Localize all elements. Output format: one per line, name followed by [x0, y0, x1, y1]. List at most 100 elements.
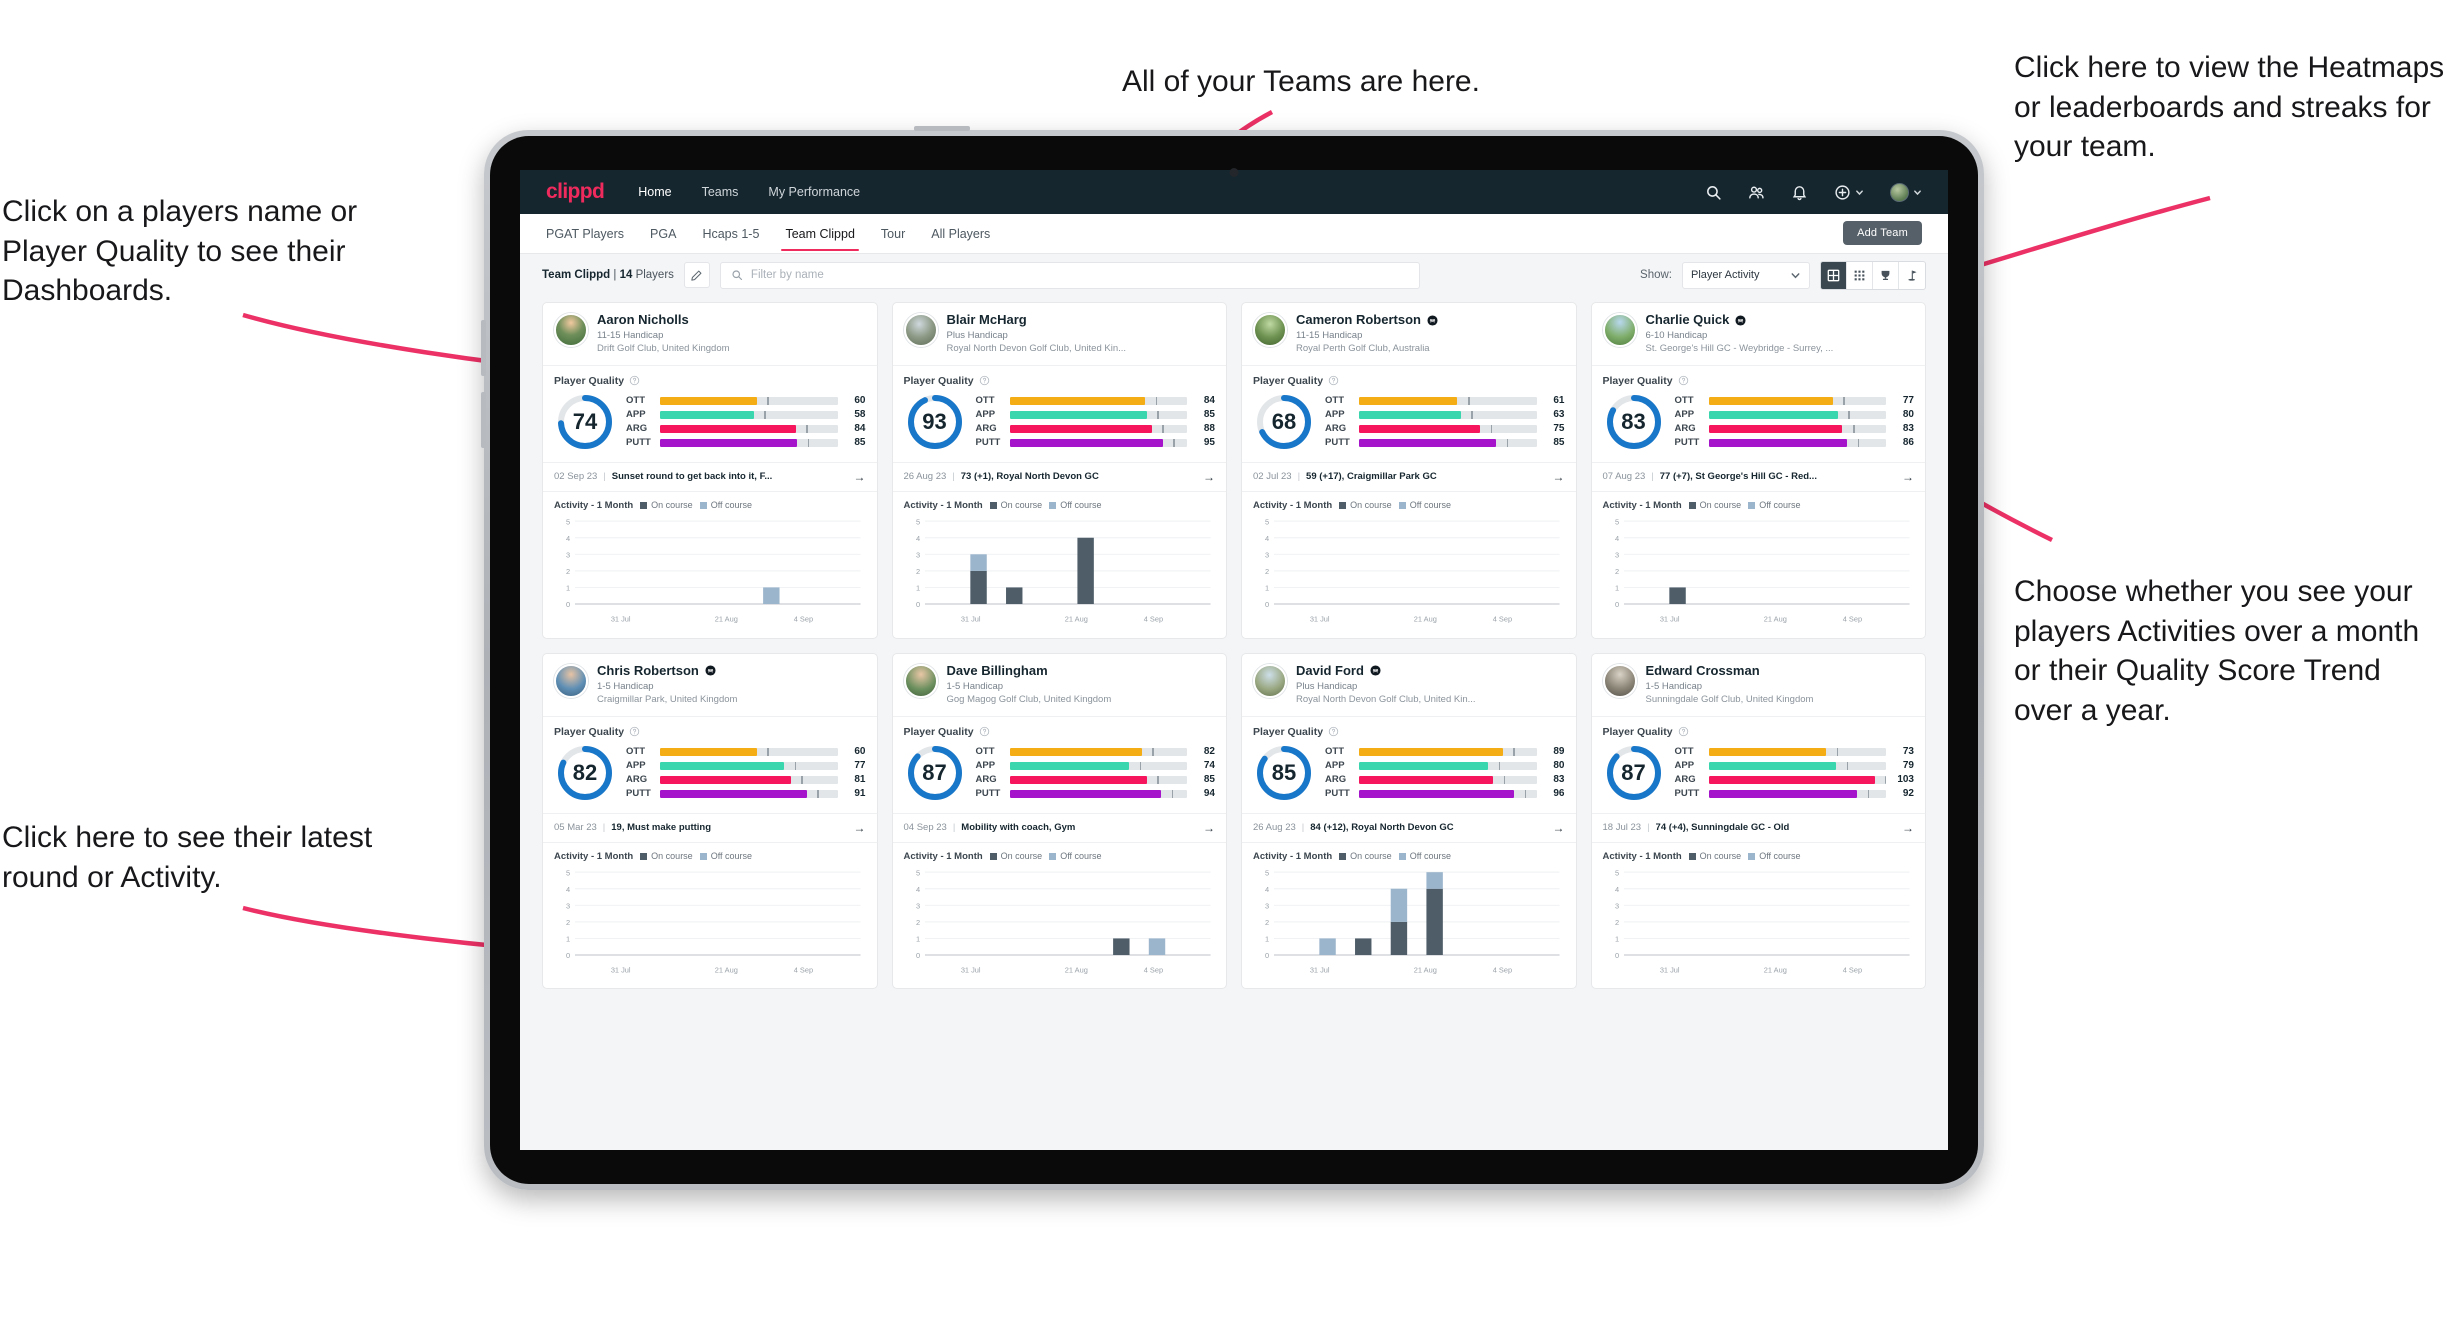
- help-icon[interactable]: [979, 726, 990, 737]
- player-quality-body[interactable]: 93 OTT 84 APP 85 ARG 88 PUTT 95: [893, 389, 1227, 462]
- people-icon[interactable]: [1748, 184, 1765, 201]
- latest-round-row[interactable]: 02 Sep 23 | Sunset round to get back int…: [543, 461, 877, 492]
- tab-tour[interactable]: Tour: [881, 216, 905, 251]
- player-card[interactable]: Edward Crossman 1-5 Handicap Sunningdale…: [1590, 652, 1926, 990]
- clippd-logo[interactable]: clippd: [546, 180, 605, 204]
- nav-item-home[interactable]: Home: [638, 185, 671, 199]
- player-card-header[interactable]: Blair McHarg Plus Handicap Royal North D…: [893, 303, 1227, 365]
- player-quality-body[interactable]: 82 OTT 60 APP 77 ARG 81 PUTT 91: [543, 740, 877, 813]
- player-card-header[interactable]: Aaron Nicholls 11-15 Handicap Drift Golf…: [543, 303, 877, 365]
- player-card[interactable]: Aaron Nicholls 11-15 Handicap Drift Golf…: [542, 302, 878, 639]
- help-icon[interactable]: [1328, 726, 1339, 737]
- player-name[interactable]: Charlie Quick: [1646, 312, 1730, 327]
- flag-view-button[interactable]: [1899, 262, 1925, 289]
- player-card[interactable]: Dave Billingham 1-5 Handicap Gog Magog G…: [891, 652, 1227, 990]
- power-button[interactable]: [914, 126, 970, 131]
- player-card[interactable]: Blair McHarg Plus Handicap Royal North D…: [891, 302, 1227, 639]
- nav-item-teams[interactable]: Teams: [702, 185, 739, 199]
- arrow-right-icon[interactable]: →: [1902, 470, 1914, 484]
- player-name[interactable]: Aaron Nicholls: [597, 312, 689, 327]
- player-quality-ring[interactable]: 87: [1603, 742, 1665, 804]
- player-avatar[interactable]: [554, 663, 588, 698]
- player-avatar[interactable]: [1602, 313, 1637, 347]
- latest-round-row[interactable]: 18 Jul 23 | 74 (+4), Sunningdale GC - Ol…: [1591, 812, 1925, 843]
- player-quality-ring[interactable]: 85: [1253, 742, 1315, 804]
- player-name[interactable]: Dave Billingham: [947, 663, 1048, 678]
- arrow-right-icon[interactable]: →: [854, 470, 866, 484]
- add-menu[interactable]: [1834, 184, 1864, 201]
- arrow-right-icon[interactable]: →: [1553, 821, 1565, 835]
- player-quality-body[interactable]: 85 OTT 89 APP 80 ARG 83 PUTT 96: [1242, 740, 1576, 813]
- player-card-header[interactable]: Chris Robertson 1-5 Handicap Craigmillar…: [543, 654, 877, 716]
- player-name-row[interactable]: David Ford: [1296, 663, 1565, 678]
- player-quality-ring[interactable]: 87: [904, 742, 966, 804]
- player-quality-ring[interactable]: 74: [554, 391, 616, 453]
- arrow-right-icon[interactable]: →: [1902, 821, 1914, 835]
- arrow-right-icon[interactable]: →: [1203, 470, 1215, 484]
- player-quality-ring[interactable]: 93: [904, 391, 966, 453]
- volume-button-2[interactable]: [481, 392, 486, 448]
- help-icon[interactable]: [979, 375, 990, 386]
- help-icon[interactable]: [1328, 375, 1339, 386]
- player-card[interactable]: Charlie Quick 6-10 Handicap St. George's…: [1590, 302, 1926, 639]
- volume-button[interactable]: [481, 320, 486, 376]
- player-quality-body[interactable]: 87 OTT 73 APP 79 ARG 103 PUTT 92: [1592, 740, 1926, 813]
- help-icon[interactable]: [1678, 375, 1689, 386]
- dense-grid-view-button[interactable]: [1847, 261, 1873, 289]
- player-card-header[interactable]: Dave Billingham 1-5 Handicap Gog Magog G…: [893, 654, 1227, 716]
- latest-round-row[interactable]: 26 Aug 23 | 73 (+1), Royal North Devon G…: [892, 461, 1226, 492]
- tab-all-players[interactable]: All Players: [931, 216, 990, 251]
- player-card-header[interactable]: Cameron Robertson 11-15 Handicap Royal P…: [1242, 303, 1576, 365]
- help-icon[interactable]: [1678, 726, 1689, 737]
- player-quality-body[interactable]: 74 OTT 60 APP 58 ARG 84 PUTT 85: [543, 389, 877, 462]
- player-card[interactable]: Chris Robertson 1-5 Handicap Craigmillar…: [542, 652, 878, 990]
- help-icon[interactable]: [629, 375, 640, 386]
- player-avatar[interactable]: [903, 313, 938, 347]
- latest-round-row[interactable]: 26 Aug 23 | 84 (+12), Royal North Devon …: [1242, 812, 1576, 843]
- tab-pga[interactable]: PGA: [650, 216, 676, 251]
- latest-round-row[interactable]: 04 Sep 23 | Mobility with coach, Gym →: [892, 812, 1226, 843]
- player-card-header[interactable]: Charlie Quick 6-10 Handicap St. George's…: [1592, 303, 1926, 365]
- player-avatar[interactable]: [1602, 663, 1637, 698]
- arrow-right-icon[interactable]: →: [1203, 821, 1215, 835]
- player-quality-body[interactable]: 83 OTT 77 APP 80 ARG 83 PUTT 86: [1592, 389, 1926, 462]
- tab-hcaps-1-5[interactable]: Hcaps 1-5: [702, 216, 759, 251]
- player-avatar[interactable]: [1253, 313, 1287, 347]
- player-quality-ring[interactable]: 68: [1253, 391, 1315, 453]
- latest-round-row[interactable]: 02 Jul 23 | 59 (+17), Craigmillar Park G…: [1242, 461, 1576, 492]
- player-name-row[interactable]: Charlie Quick: [1646, 312, 1915, 327]
- player-card[interactable]: David Ford Plus Handicap Royal North Dev…: [1241, 652, 1577, 990]
- player-card-header[interactable]: David Ford Plus Handicap Royal North Dev…: [1242, 654, 1576, 716]
- trophy-view-button[interactable]: [1873, 261, 1899, 289]
- tab-team-clippd[interactable]: Team Clippd: [781, 216, 860, 251]
- player-name[interactable]: Chris Robertson: [597, 663, 699, 678]
- player-name-row[interactable]: Cameron Robertson: [1296, 312, 1565, 327]
- latest-round-row[interactable]: 05 Mar 23 | 19, Must make putting →: [543, 812, 877, 843]
- help-icon[interactable]: [629, 726, 640, 737]
- arrow-right-icon[interactable]: →: [854, 821, 866, 835]
- latest-round-row[interactable]: 07 Aug 23 | 77 (+7), St George's Hill GC…: [1591, 461, 1925, 492]
- arrow-right-icon[interactable]: →: [1553, 470, 1565, 484]
- show-select[interactable]: Player Activity: [1682, 261, 1810, 289]
- player-name[interactable]: Blair McHarg: [947, 312, 1027, 327]
- search-icon[interactable]: [1705, 184, 1722, 201]
- user-menu[interactable]: [1890, 182, 1922, 202]
- player-quality-ring[interactable]: 83: [1603, 391, 1665, 453]
- player-avatar[interactable]: [1253, 663, 1287, 698]
- player-name[interactable]: Cameron Robertson: [1296, 312, 1421, 327]
- player-card[interactable]: Cameron Robertson 11-15 Handicap Royal P…: [1241, 302, 1577, 639]
- avatar[interactable]: [1890, 182, 1909, 202]
- player-avatar[interactable]: [554, 313, 588, 347]
- player-name-row[interactable]: Aaron Nicholls: [597, 312, 866, 327]
- search-input[interactable]: Filter by name: [719, 261, 1420, 289]
- player-quality-body[interactable]: 68 OTT 61 APP 63 ARG 75 PUTT 85: [1242, 389, 1576, 462]
- player-name-row[interactable]: Chris Robertson: [597, 663, 866, 678]
- edit-team-button[interactable]: [683, 262, 710, 288]
- add-team-button[interactable]: Add Team: [1843, 221, 1922, 245]
- grid-view-button[interactable]: [1821, 261, 1847, 289]
- tab-pgat-players[interactable]: PGAT Players: [546, 216, 624, 251]
- player-name-row[interactable]: Blair McHarg: [947, 312, 1216, 327]
- player-name-row[interactable]: Edward Crossman: [1646, 663, 1915, 678]
- player-quality-ring[interactable]: 82: [554, 742, 616, 804]
- player-name-row[interactable]: Dave Billingham: [947, 663, 1216, 678]
